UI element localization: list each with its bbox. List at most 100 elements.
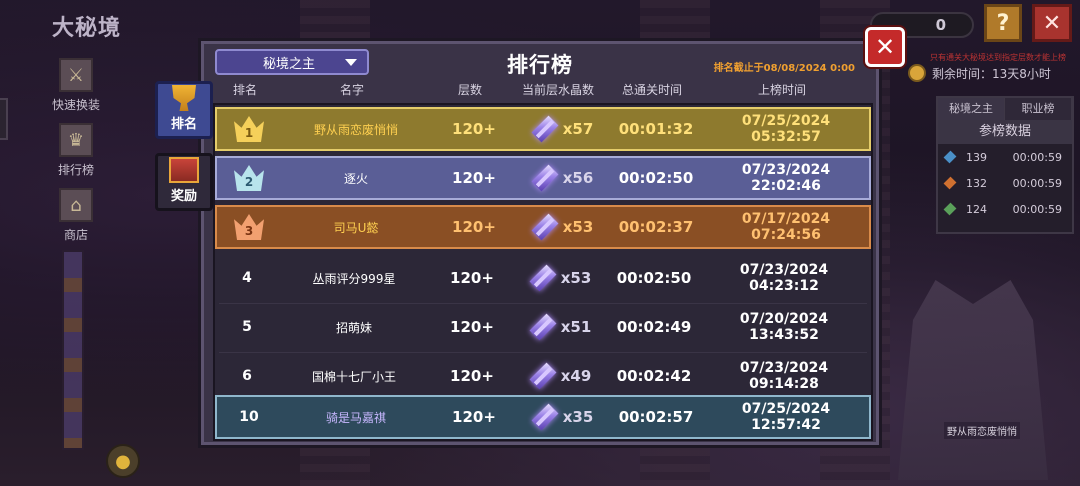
col-name: 名字: [339, 83, 364, 97]
crystal-count: x51: [560, 318, 592, 336]
floor-value: 120+: [452, 169, 496, 187]
tab-ranking[interactable]: 排名: [155, 81, 213, 139]
nav-label: 排行榜: [57, 163, 94, 177]
trophy-icon: [172, 85, 196, 111]
left-edge-tab[interactable]: [0, 98, 8, 140]
player-name: 国棉十七厂小王: [311, 369, 396, 384]
self-rank-row[interactable]: 10 骑是马嘉祺 120+ x35 00:02:57 07/25/2024 12…: [215, 395, 871, 439]
rank-number: 6: [242, 368, 252, 384]
help-button[interactable]: ?: [984, 4, 1022, 42]
rank-cell: 3: [217, 214, 281, 240]
table-row[interactable]: 1 野从雨恋废悄悄 120+ x57 00:01:32 07/25/2024 0…: [215, 107, 871, 151]
rank-number: 4: [242, 270, 252, 286]
rank-date: 07/17/2024 07:24:56: [741, 211, 831, 243]
location-pin-icon[interactable]: ●: [106, 444, 140, 478]
leaderboard-modal: 排名 奖励 秘境之主 排行榜 排名截止于08/08/2024 0:00 ✕ 排名…: [155, 27, 905, 448]
player-name: 野从雨恋废悄悄: [313, 122, 398, 137]
castle-owner-label: 野从雨恋废悄悄: [944, 422, 1020, 439]
nav-label: 快速换装: [51, 98, 100, 112]
panel-value: 124: [966, 202, 987, 216]
chest-icon: [169, 157, 199, 183]
panel-value: 132: [966, 176, 987, 190]
panel-row: 139 00:00:59: [938, 144, 1072, 170]
crystal-icon: [531, 403, 559, 431]
tab-label: 奖励: [170, 189, 197, 204]
crystal-count: x56: [562, 169, 594, 187]
total-time: 00:02:49: [616, 318, 692, 336]
castle-scene: [898, 280, 1048, 480]
ranking-deadline: 排名截止于08/08/2024 0:00: [713, 63, 855, 74]
crystal-count: x35: [562, 408, 594, 426]
game-title: 大秘境: [52, 16, 122, 41]
close-button[interactable]: ✕: [865, 27, 905, 67]
clock-icon: [908, 64, 926, 82]
row-divider: [219, 352, 867, 353]
total-time: 00:02:50: [618, 169, 694, 187]
shop-icon: ⌂: [59, 188, 93, 222]
tab-rewards[interactable]: 奖励: [155, 153, 213, 211]
crystal-icon: [531, 213, 559, 241]
floor-value: 120+: [450, 318, 494, 336]
total-time: 00:02:57: [618, 408, 694, 426]
total-time: 00:02:42: [616, 367, 692, 385]
rank-number: 10: [239, 409, 259, 425]
leaderboard-table: 1 野从雨恋废悄悄 120+ x57 00:01:32 07/25/2024 0…: [213, 103, 873, 441]
player-name: 逐火: [343, 171, 368, 186]
blue-gem-icon: [943, 150, 957, 164]
player-name: 丛雨评分999星: [312, 271, 396, 286]
rank-date: 07/23/2024 22:02:46: [741, 162, 831, 194]
remaining-time-label: 剩余时间：13天8小时: [932, 66, 1051, 81]
crystal-icon: [529, 264, 557, 292]
nav-leaderboard[interactable]: ♛ 排行榜: [46, 123, 106, 178]
total-time: 00:01:32: [618, 120, 694, 138]
row-divider: [219, 303, 867, 304]
rank-date: 07/25/2024 12:57:42: [741, 401, 831, 433]
fire-gem-icon: [943, 176, 957, 190]
rank-date: 07/25/2024 05:32:57: [741, 113, 831, 145]
trophy-icon: ♛: [59, 123, 93, 157]
table-header: 排名 名字 层数 当前层水晶数 总通关时间 上榜时间: [213, 81, 867, 103]
crystal-count: x49: [560, 367, 592, 385]
panel-time: 00:00:59: [1012, 150, 1062, 164]
col-crystals: 当前层水晶数: [521, 83, 594, 97]
exit-button[interactable]: ✕: [1032, 4, 1072, 42]
green-gem-icon: [943, 202, 957, 216]
crystal-cell: x53: [517, 213, 607, 241]
rank-date: 07/23/2024 04:23:12: [739, 262, 829, 294]
table-row[interactable]: 6 国棉十七厂小王 120+ x49 00:02:42 07/23/2024 0…: [215, 354, 871, 398]
player-name: 骑是马嘉祺: [325, 410, 386, 425]
floor-value: 120+: [452, 218, 496, 236]
table-row[interactable]: 5 招萌妹 120+ x51 00:02:49 07/20/2024 13:43…: [215, 305, 871, 349]
nav-quick-equip[interactable]: ⚔ 快速换装: [46, 58, 106, 113]
rank-cell: 1: [217, 116, 281, 142]
crystal-icon: [531, 115, 559, 143]
rank-date: 07/23/2024 09:14:28: [739, 360, 829, 392]
crystal-cell: x57: [517, 115, 607, 143]
tab-dungeon-master[interactable]: 秘境之主: [938, 98, 1005, 120]
crystal-cell: x51: [515, 313, 605, 341]
crystal-cell: x53: [515, 264, 605, 292]
crystal-cell: x56: [517, 164, 607, 192]
table-row[interactable]: 2 逐火 120+ x56 00:02:50 07/23/2024 22:02:…: [215, 156, 871, 200]
panel-time: 00:00:59: [1012, 176, 1062, 190]
crystal-count: x53: [560, 269, 592, 287]
rank-cell: 2: [217, 165, 281, 191]
col-total-time: 总通关时间: [621, 83, 682, 97]
side-ranking-panel: 秘境之主 职业榜 参榜数据 139 00:00:59 132 00:00:59 …: [936, 96, 1074, 234]
total-time: 00:02:50: [616, 269, 692, 287]
floor-progress-chain: [62, 250, 84, 450]
player-name: 司马U懿: [333, 220, 379, 235]
crystal-cell: x35: [517, 403, 607, 431]
silver-crown-icon: 2: [234, 165, 264, 191]
tab-class-ranking[interactable]: 职业榜: [1005, 98, 1072, 120]
armor-icon: ⚔: [59, 58, 93, 92]
col-floor: 层数: [457, 83, 482, 97]
table-row[interactable]: 3 司马U懿 120+ x53 00:02:37 07/17/2024 07:2…: [215, 205, 871, 249]
nav-shop[interactable]: ⌂ 商店: [46, 188, 106, 243]
remaining-time: 剩余时间：13天8小时: [908, 62, 1078, 84]
gold-crown-icon: 1: [234, 116, 264, 142]
table-row[interactable]: 4 丛雨评分999星 120+ x53 00:02:50 07/23/2024 …: [215, 256, 871, 300]
crystal-icon: [531, 164, 559, 192]
left-nav: ⚔ 快速换装 ♛ 排行榜 ⌂ 商店: [46, 58, 106, 253]
col-date: 上榜时间: [757, 83, 806, 97]
